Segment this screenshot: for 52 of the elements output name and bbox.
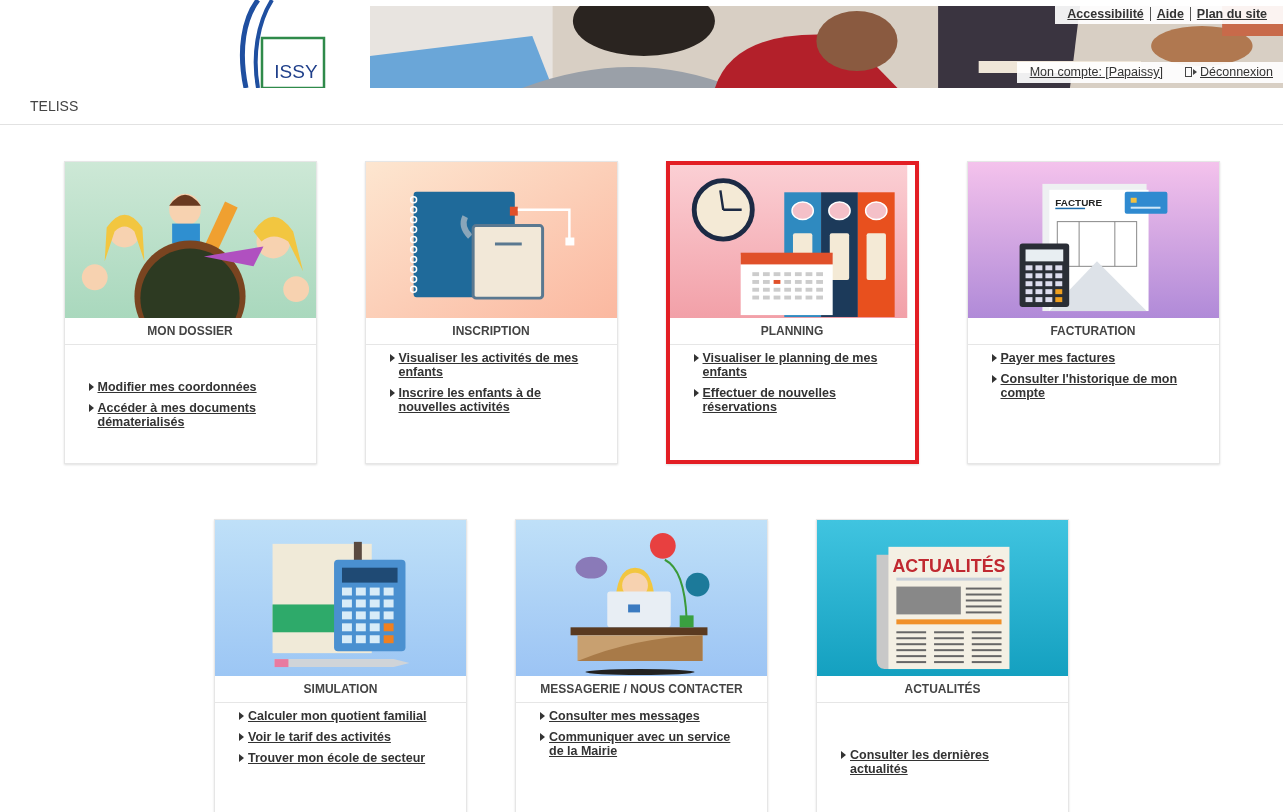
card-link[interactable]: Visualiser le planning de mes enfants: [702, 351, 895, 379]
bullet-icon: [991, 354, 997, 362]
card-link[interactable]: Payer mes factures: [1000, 351, 1116, 365]
bullet-icon: [389, 354, 395, 362]
card-link[interactable]: Communiquer avec un service de la Mairie: [549, 730, 747, 758]
card-link[interactable]: Calculer mon quotient familial: [248, 709, 427, 723]
card-title: MESSAGERIE / NOUS CONTACTER: [516, 676, 767, 703]
card-link[interactable]: Consulter mes messages: [549, 709, 700, 723]
card-title: MON DOSSIER: [64, 318, 316, 345]
menu-card[interactable]: FACTURE FACTURATION Payer mes factures Consulter l'historique de mon compte: [966, 161, 1220, 464]
breadcrumb-title: TELISS: [30, 98, 79, 114]
card-title: FACTURATION: [967, 318, 1219, 345]
header-link[interactable]: Accessibilité: [1061, 7, 1150, 21]
card-title: PLANNING: [669, 318, 915, 345]
bullet-icon: [693, 389, 699, 397]
card-title: SIMULATION: [215, 676, 466, 703]
card-link[interactable]: Inscrire les enfants à de nouvelles activités: [398, 386, 597, 414]
logout-link[interactable]: Déconnexion: [1185, 65, 1273, 79]
bullet-icon: [239, 754, 244, 762]
card-link[interactable]: Effectuer de nouvelles réservations: [702, 386, 895, 414]
card-title: ACTUALITÉS: [817, 676, 1068, 703]
card-illustration: ACTUALITÉS: [817, 520, 1068, 676]
card-link[interactable]: Trouver mon école de secteur: [248, 751, 426, 765]
bullet-icon: [991, 375, 997, 383]
menu-card[interactable]: MESSAGERIE / NOUS CONTACTER Consulter mes messages Communiquer avec un service de la Mairie: [515, 519, 768, 812]
bullet-icon: [389, 389, 395, 397]
card-link[interactable]: Modifier mes coordonnées: [97, 379, 257, 394]
city-logo[interactable]: ISSY: [232, 0, 334, 88]
card-link[interactable]: Visualiser les activités de mes enfants: [398, 351, 597, 379]
bullet-icon: [239, 712, 244, 720]
bullet-icon: [88, 403, 94, 412]
menu-card[interactable]: MON DOSSIER Modifier mes coordonnées Accéder à mes documents dématerialisés: [63, 161, 317, 464]
card-link[interactable]: Consulter les dernières actualités: [850, 748, 1048, 776]
card-illustration: FACTURE: [967, 162, 1219, 318]
menu-card[interactable]: PLANNING Visualiser le planning de mes enfants Effectuer de nouvelles réservations: [665, 161, 919, 464]
card-title: INSCRIPTION: [365, 318, 617, 345]
menu-card[interactable]: ACTUALITÉS ACTUALITÉS Consulter les dernières actualités: [816, 519, 1069, 812]
logout-icon: [1185, 67, 1198, 77]
bullet-icon: [693, 354, 699, 362]
menu-card[interactable]: INSCRIPTION Visualiser les activités de mes enfants Inscrire les enfants à de nouvelles activités: [364, 161, 618, 464]
card-link[interactable]: Accéder à mes documents dématerialisés: [97, 400, 296, 429]
bullet-icon: [239, 733, 244, 741]
account-link[interactable]: Mon compte: [Papaissy]: [1029, 65, 1164, 79]
bullet-icon: [540, 733, 545, 741]
card-link[interactable]: Voir le tarif des activités: [248, 730, 391, 744]
bullet-icon: [88, 382, 94, 391]
card-link[interactable]: Consulter l'historique de mon compte: [1000, 372, 1199, 400]
menu-card[interactable]: SIMULATION Calculer mon quotient familial Voir le tarif des activités Trouver mon école de secteur: [214, 519, 467, 812]
bullet-icon: [540, 712, 545, 720]
header-link[interactable]: Aide: [1149, 7, 1190, 21]
header-link[interactable]: Plan du site: [1189, 7, 1273, 21]
bullet-icon: [841, 751, 846, 759]
